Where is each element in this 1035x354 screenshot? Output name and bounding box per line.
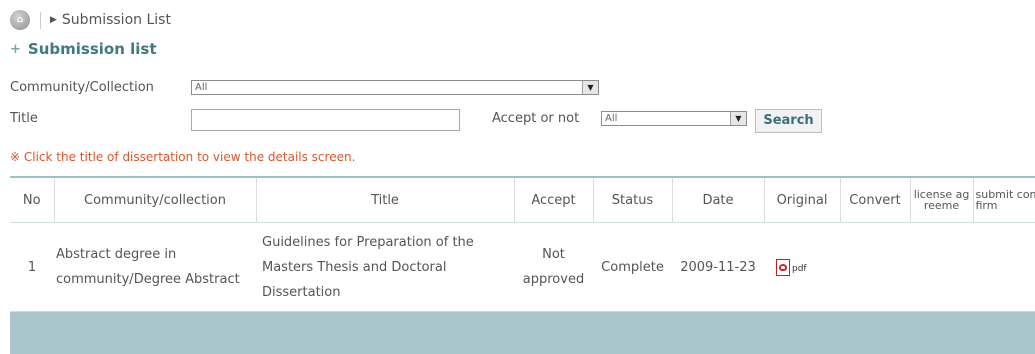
header-submit-label: submit confirm	[975, 188, 1035, 212]
cell-community: Abstract degree in community/Degree Abst…	[54, 222, 256, 312]
community-label: Community/Collection	[10, 80, 154, 95]
cell-status: Complete	[593, 222, 672, 312]
table-footer-bar	[10, 312, 1035, 354]
header-status: Status	[592, 176, 672, 223]
header-license-label: license agreeme	[913, 188, 970, 212]
table-row: 1 Abstract degree in community/Degree Ab…	[10, 222, 1035, 312]
breadcrumb-current: Submission List	[61, 12, 171, 28]
notice-text: ※ Click the title of dissertation to vie…	[10, 150, 356, 164]
page-title: Submission list	[27, 40, 157, 58]
community-select-value: All	[195, 82, 208, 93]
breadcrumb-divider	[40, 11, 41, 29]
accept-select[interactable]: All ▼	[601, 111, 747, 126]
header-date: Date	[671, 176, 764, 223]
cell-no: 1	[10, 222, 54, 312]
header-license: license agreeme	[909, 176, 973, 223]
cell-license	[910, 222, 973, 312]
header-no: No	[10, 176, 54, 223]
pdf-file-icon	[776, 258, 790, 276]
accept-label: Accept or not	[492, 111, 580, 126]
page-title-row: + Submission list	[10, 40, 156, 58]
header-title: Title	[255, 176, 514, 223]
header-submit: submit confirm	[972, 176, 1035, 223]
pdf-download-link[interactable]: pdf	[764, 252, 840, 282]
cell-original: pdf	[764, 222, 840, 312]
cell-submit	[973, 222, 1035, 312]
header-community: Community/collection	[53, 176, 256, 223]
chevron-down-icon: ▼	[730, 112, 746, 125]
chevron-down-icon: ▼	[582, 81, 598, 94]
cell-convert	[840, 222, 910, 312]
table-header-row: No Community/collection Title Accept Sta…	[10, 176, 1035, 223]
triangle-right-icon: ▶	[50, 15, 57, 25]
cell-date: 2009-11-23	[672, 222, 764, 312]
pdf-label: pdf	[792, 264, 807, 274]
title-label: Title	[10, 111, 38, 126]
header-original: Original	[763, 176, 840, 223]
cell-title-link[interactable]: Guidelines for Preparation of the Master…	[256, 222, 514, 312]
accept-select-value: All	[605, 113, 618, 124]
plus-icon: +	[10, 41, 21, 57]
home-icon[interactable]: ⌂	[10, 10, 30, 30]
cell-accept: Not approved	[514, 222, 593, 312]
search-button[interactable]: Search	[755, 109, 822, 133]
breadcrumb: ⌂ ▶ Submission List	[10, 9, 171, 31]
submission-table: No Community/collection Title Accept Sta…	[10, 176, 1035, 312]
title-input[interactable]	[191, 109, 460, 131]
header-accept: Accept	[513, 176, 593, 223]
header-convert: Convert	[839, 176, 910, 223]
community-select[interactable]: All ▼	[191, 80, 599, 95]
